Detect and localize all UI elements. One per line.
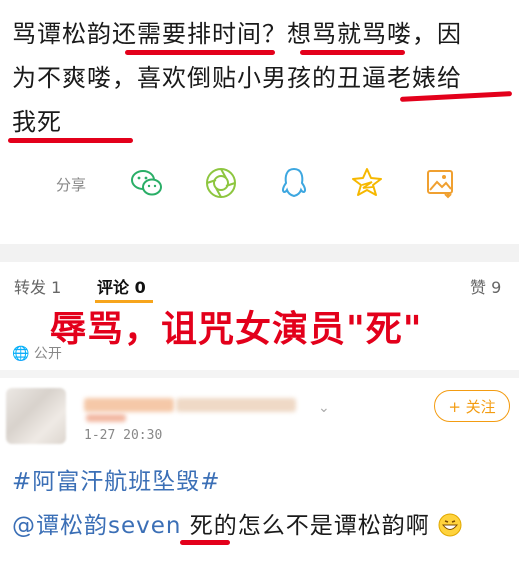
blurred-username (84, 398, 174, 412)
highlight-underline (300, 50, 405, 55)
globe-icon: 🌐 (12, 346, 30, 362)
moments-icon[interactable] (204, 166, 238, 200)
share-label: 分享 (56, 176, 87, 194)
tab-likes[interactable]: 赞 9 (470, 274, 501, 298)
visibility-label: 公开 (33, 346, 62, 362)
chevron-down-icon[interactable]: ⌄ (318, 400, 330, 416)
tab-comments[interactable]: 评论 0 (97, 274, 146, 298)
avatar[interactable] (6, 388, 66, 444)
post-text-line-2: 为不爽喽，喜欢倒贴小男孩的丑逼老婊给 (12, 64, 462, 92)
post-text-line-3: 我死 (12, 108, 62, 136)
annotation-caption: 辱骂，诅咒女演员"死" (50, 309, 423, 350)
highlight-underline (8, 138, 133, 143)
qq-icon[interactable] (277, 166, 311, 200)
section-divider (0, 370, 519, 378)
post-text-line-1: 骂谭松韵还需要排时间？想骂就骂喽，因 (12, 20, 462, 48)
visibility-indicator: 🌐 公开 (12, 343, 62, 363)
qzone-icon[interactable] (350, 166, 384, 200)
comment-timestamp: 1-27 20:30 (84, 428, 163, 443)
follow-button[interactable]: + 关注 (434, 390, 510, 422)
section-divider (0, 244, 519, 262)
gallery-icon[interactable] (424, 166, 458, 200)
highlight-underline (125, 50, 275, 55)
mention-link[interactable]: @谭松韵seven (12, 513, 181, 539)
comment-text: @谭松韵seven 死的怎么不是谭松韵啊 (12, 506, 462, 540)
highlight-underline (180, 540, 230, 545)
tab-repost[interactable]: 转发 1 (14, 274, 61, 298)
blurred-badge (86, 414, 126, 422)
topic-hashtag-link[interactable]: #阿富汗航班坠毁# (12, 462, 221, 496)
blurred-username (176, 398, 296, 412)
wechat-icon[interactable] (130, 166, 164, 200)
grin-emoji-icon (438, 513, 462, 537)
comment-body: 死的怎么不是谭松韵啊 (181, 513, 430, 539)
